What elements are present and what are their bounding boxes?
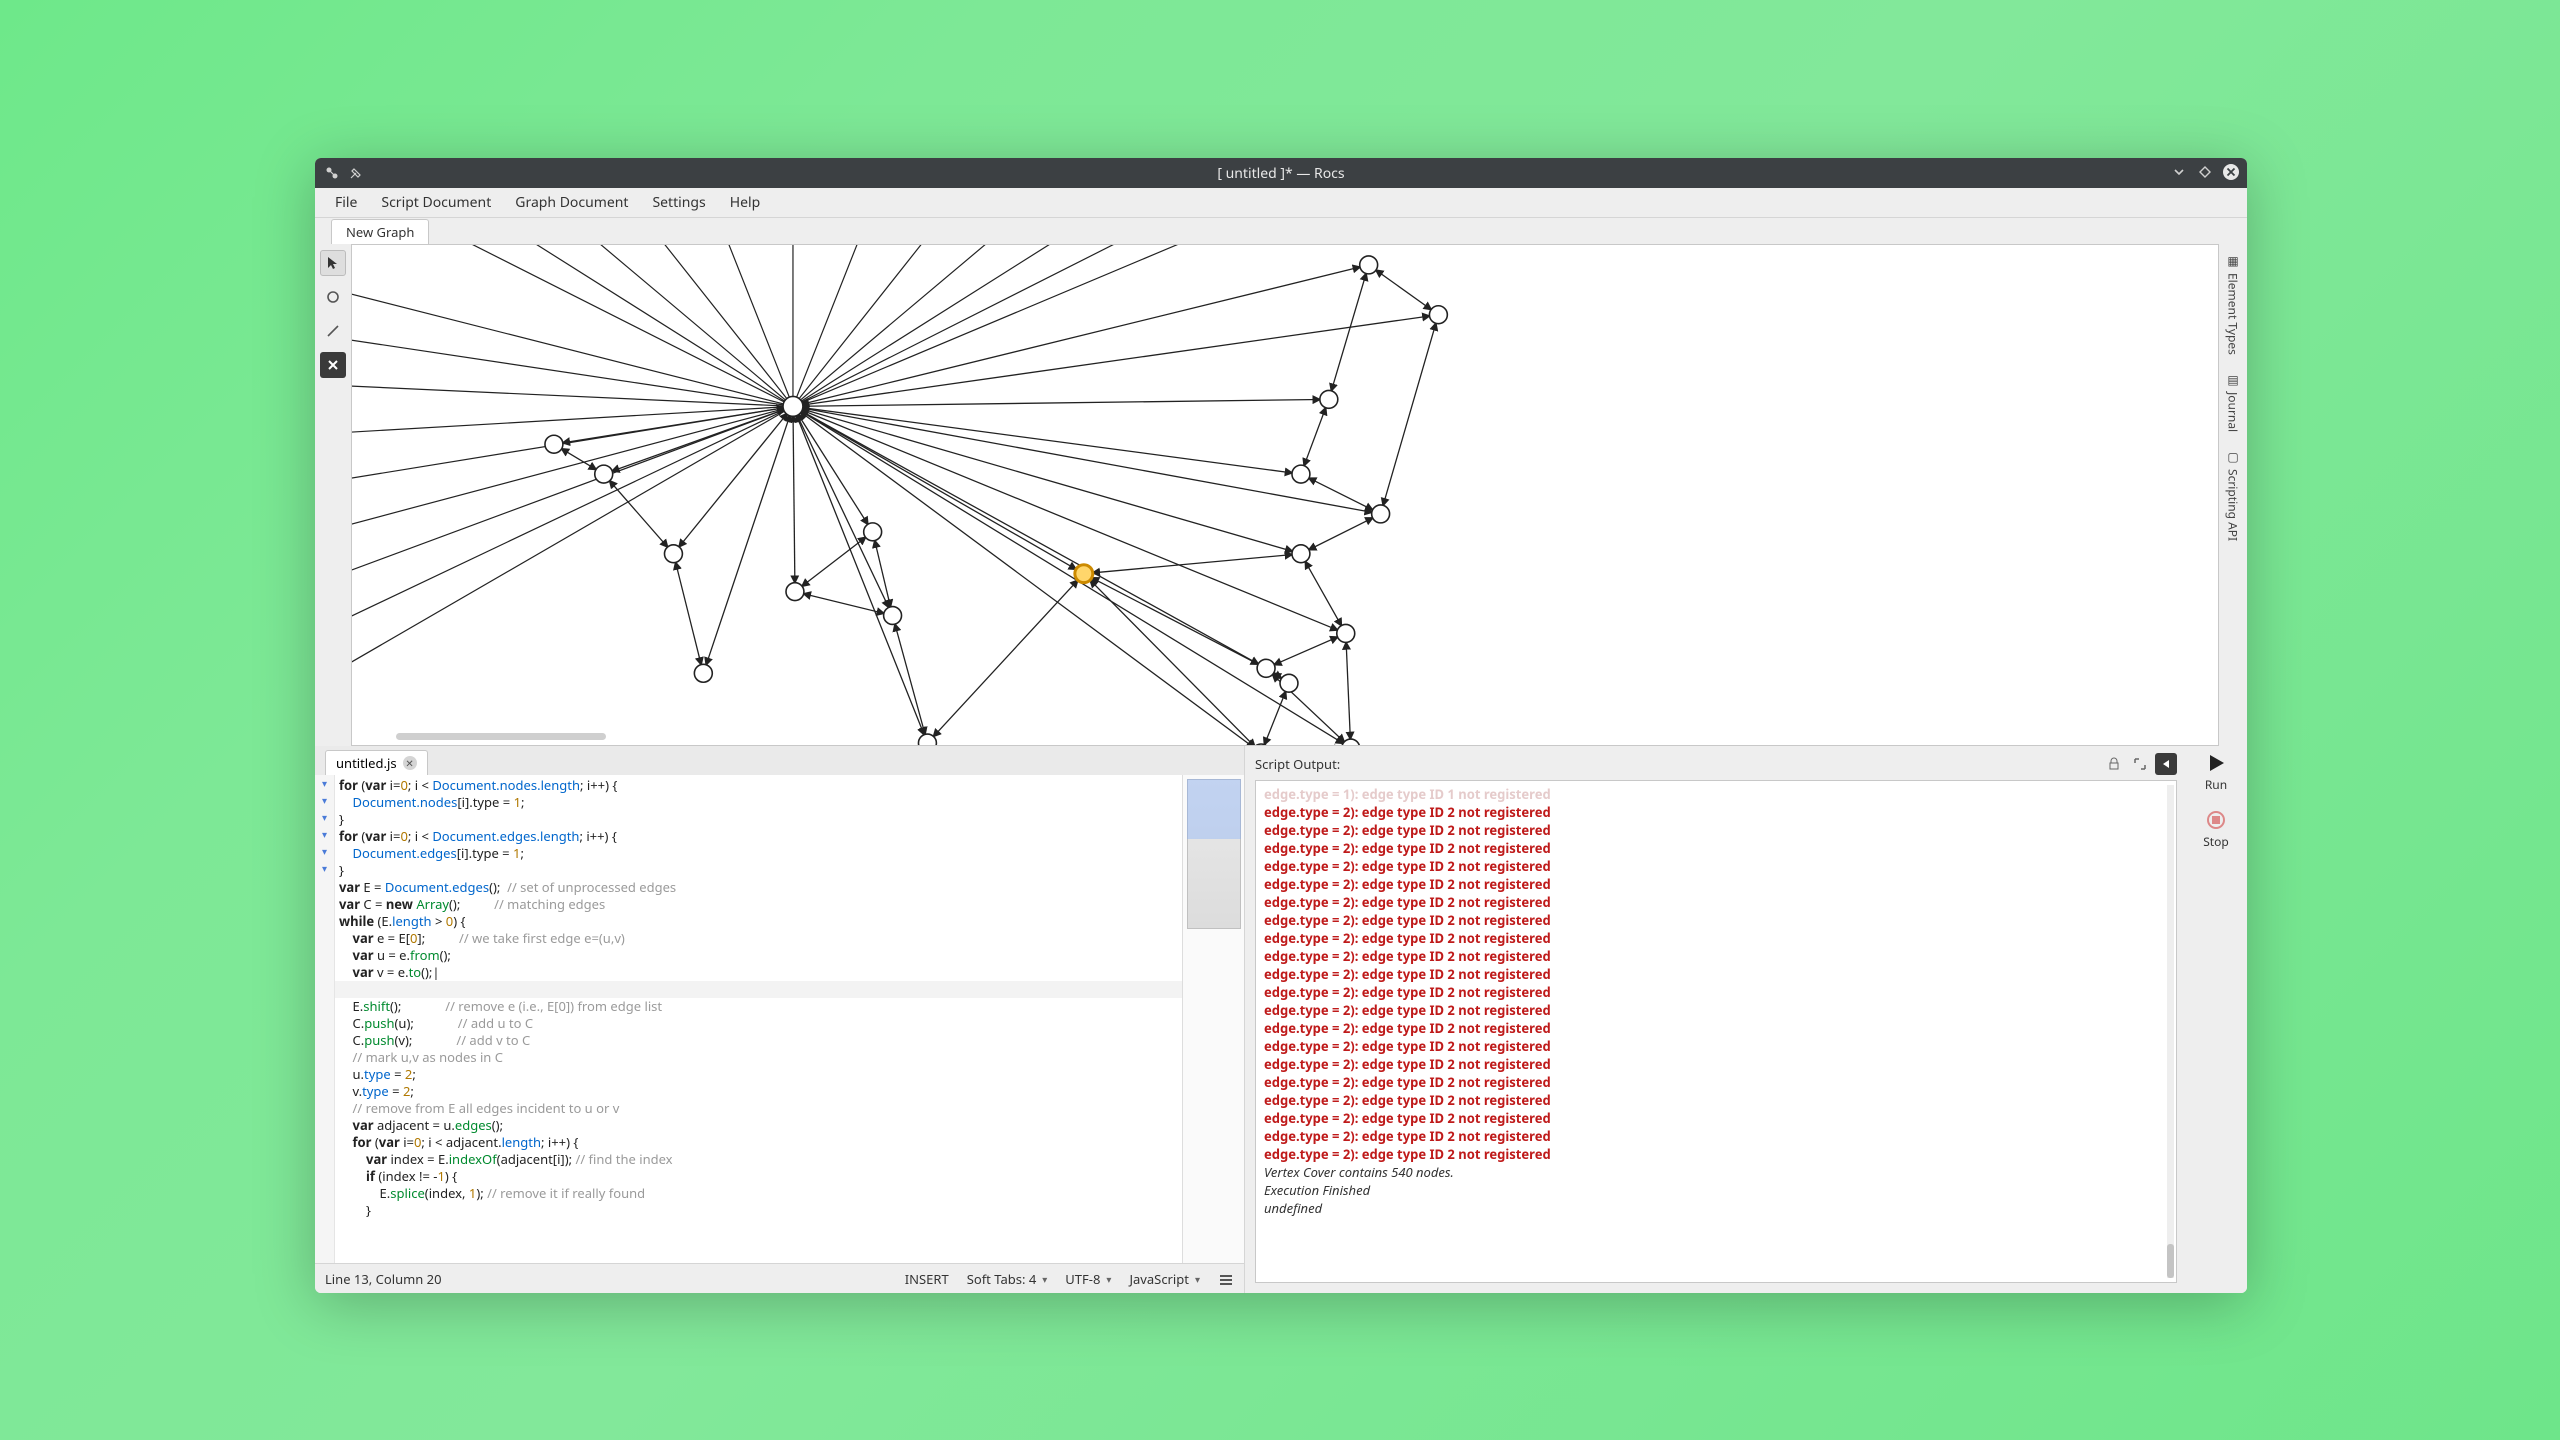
graph-tab[interactable]: New Graph	[331, 219, 429, 244]
panel-element-types[interactable]: ▦Element Types	[2225, 252, 2242, 355]
pin-icon[interactable]	[347, 164, 365, 182]
editor-statusbar: Line 13, Column 20 INSERT Soft Tabs: 4▾ …	[315, 1263, 1244, 1293]
run-button[interactable]: Run	[2205, 752, 2227, 793]
code-text[interactable]: for (var i=0; i < Document.nodes.length;…	[335, 775, 1182, 1263]
add-node-tool[interactable]	[320, 284, 346, 310]
expand-icon[interactable]	[2129, 753, 2151, 775]
edit-mode[interactable]: INSERT	[905, 1270, 949, 1288]
bottom-area: untitled.js ✕ ▾▾▾▾▾▾ for (var i=0; i < D…	[315, 746, 2247, 1293]
maximize-button[interactable]	[2195, 162, 2215, 182]
run-controls: Run Stop	[2185, 746, 2247, 1293]
editor-tab-label: untitled.js	[336, 754, 397, 772]
output-scroll-thumb[interactable]	[2167, 1244, 2174, 1278]
graph-area: ▦Element Types ▤Journal ▢Scripting API	[315, 244, 2247, 746]
editor-tab[interactable]: untitled.js ✕	[325, 750, 428, 775]
graph-toolstrip	[315, 244, 351, 746]
window-title: [ untitled ]* — Rocs	[315, 164, 2247, 183]
menu-graph-document[interactable]: Graph Document	[503, 189, 640, 216]
grid-icon: ▦	[2227, 252, 2238, 269]
menu-help[interactable]: Help	[718, 189, 773, 216]
menubar: File Script Document Graph Document Sett…	[315, 188, 2247, 218]
language-setting[interactable]: JavaScript▾	[1129, 1270, 1200, 1288]
page-icon: ▢	[2227, 448, 2238, 465]
run-label: Run	[2205, 776, 2227, 793]
minimap[interactable]	[1182, 775, 1244, 1263]
editor-tabs: untitled.js ✕	[315, 746, 1244, 775]
output-header: Script Output:	[1255, 752, 2177, 776]
code-editor[interactable]: ▾▾▾▾▾▾ for (var i=0; i < Document.nodes.…	[315, 775, 1244, 1263]
chevron-down-icon: ▾	[1106, 1272, 1111, 1286]
stop-button[interactable]: Stop	[2203, 809, 2229, 850]
output-title: Script Output:	[1255, 755, 1340, 773]
graph-svg	[352, 245, 2218, 745]
add-edge-tool[interactable]	[320, 318, 346, 344]
graph-scrollbar-horizontal[interactable]	[396, 733, 606, 740]
minimize-button[interactable]	[2169, 162, 2189, 182]
menu-settings[interactable]: Settings	[640, 189, 717, 216]
menu-file[interactable]: File	[323, 189, 369, 216]
stop-label: Stop	[2203, 833, 2229, 850]
close-button[interactable]	[2221, 162, 2241, 182]
lock-icon[interactable]	[2103, 753, 2125, 775]
output-column: Script Output: edge.type = 1): edge type…	[1245, 746, 2247, 1293]
current-line-highlight	[335, 981, 1182, 998]
settings-icon[interactable]	[1218, 1271, 1234, 1287]
output-scrollbar[interactable]	[2167, 785, 2174, 1278]
clear-output-icon[interactable]	[2155, 753, 2177, 775]
editor-column: untitled.js ✕ ▾▾▾▾▾▾ for (var i=0; i < D…	[315, 746, 1245, 1293]
encoding-setting[interactable]: UTF-8▾	[1065, 1270, 1111, 1288]
minimap-viewport[interactable]	[1187, 779, 1241, 839]
fold-gutter[interactable]: ▾▾▾▾▾▾	[315, 775, 335, 1263]
output-text[interactable]: edge.type = 1): edge type ID 1 not regis…	[1255, 780, 2177, 1283]
chevron-down-icon: ▾	[1195, 1272, 1200, 1286]
select-tool[interactable]	[320, 250, 346, 276]
panel-scripting-api[interactable]: ▢Scripting API	[2225, 448, 2242, 541]
chevron-down-icon: ▾	[1042, 1272, 1047, 1286]
output-main: Script Output: edge.type = 1): edge type…	[1245, 746, 2185, 1293]
graph-tab-row: New Graph	[315, 218, 2247, 244]
delete-tool[interactable]	[320, 352, 346, 378]
cursor-position: Line 13, Column 20	[325, 1270, 442, 1288]
panel-journal[interactable]: ▤Journal	[2225, 371, 2242, 432]
side-panels: ▦Element Types ▤Journal ▢Scripting API	[2219, 244, 2247, 746]
menu-script-document[interactable]: Script Document	[369, 189, 503, 216]
titlebar[interactable]: [ untitled ]* — Rocs	[315, 158, 2247, 188]
close-tab-icon[interactable]: ✕	[403, 756, 417, 770]
graph-canvas[interactable]	[351, 244, 2219, 746]
book-icon: ▤	[2227, 371, 2238, 388]
app-icon	[323, 164, 341, 182]
app-window: [ untitled ]* — Rocs File Script Documen…	[315, 158, 2247, 1293]
tab-setting[interactable]: Soft Tabs: 4▾	[967, 1270, 1048, 1288]
